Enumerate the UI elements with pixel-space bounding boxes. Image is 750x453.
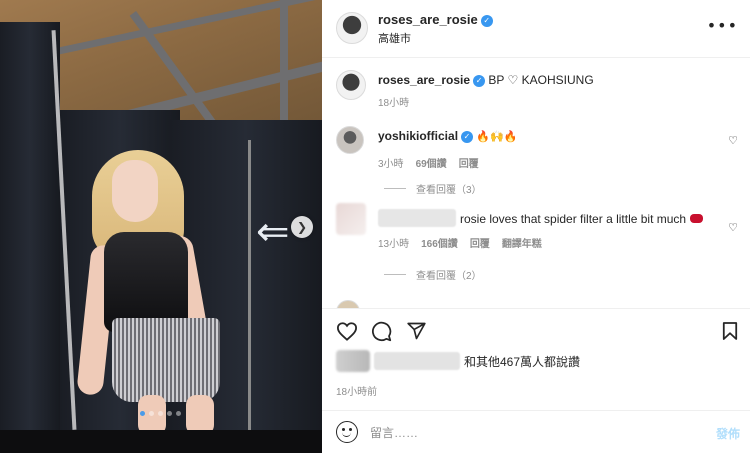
author-username-text[interactable]: roses_are_rosie	[378, 12, 478, 27]
heart-icon[interactable]: ♡	[728, 221, 738, 234]
likes-summary[interactable]: 和其他467萬人都說讚	[336, 350, 580, 372]
comment-composer: 發佈	[322, 410, 750, 453]
post-comment-button[interactable]: 發佈	[716, 425, 740, 442]
avatar[interactable]	[336, 70, 366, 100]
post-time[interactable]: 18小時前	[336, 383, 377, 398]
comment-author-blurred[interactable]	[378, 209, 456, 227]
avatar[interactable]	[336, 12, 368, 44]
comment-text: 🔥🙌🔥	[476, 130, 518, 143]
heart-icon[interactable]: ♡	[728, 134, 738, 147]
comment-input[interactable]	[370, 423, 690, 443]
verified-badge-icon: ✓	[480, 15, 493, 27]
comment-text: rosie loves that spider filter a little …	[460, 212, 687, 226]
emoji-icon[interactable]	[336, 421, 358, 443]
post-location[interactable]: 高雄市	[378, 30, 411, 46]
post-panel: roses_are_rosie ✓ 高雄市 ••• roses_are_rosie…	[322, 0, 750, 453]
likes-summary-text: 和其他467萬人都說讚	[464, 354, 581, 369]
carousel-dot	[167, 411, 172, 416]
comment-icon[interactable]	[371, 321, 392, 342]
photo-beam	[280, 0, 288, 120]
carousel-dot	[140, 411, 145, 416]
comment-likes[interactable]: 166個讚	[421, 235, 458, 250]
more-icon[interactable]: •••	[707, 16, 738, 35]
arrow-sign: ⇐	[256, 209, 290, 255]
post-media[interactable]: ⇐ ❯	[0, 0, 322, 453]
avatar[interactable]	[336, 300, 360, 308]
translate-button[interactable]: 翻譯年糕	[502, 235, 542, 250]
caption-author[interactable]: roses_are_rosie	[378, 73, 470, 87]
emoji-mouth	[342, 432, 351, 437]
photo-face	[112, 160, 158, 222]
view-replies-button[interactable]: 查看回覆（3）	[384, 181, 482, 196]
carousel-dot	[176, 411, 181, 416]
photo-skirt	[112, 318, 220, 402]
avatar[interactable]	[336, 203, 366, 235]
chevron-right-icon[interactable]: ❯	[291, 216, 313, 238]
action-bar	[322, 308, 750, 352]
carousel-dot	[149, 411, 154, 416]
carousel-dot	[158, 411, 163, 416]
view-replies-button[interactable]: 查看回覆（2）	[384, 267, 482, 282]
reply-button[interactable]: 回覆	[459, 155, 479, 170]
replies-divider	[384, 274, 406, 275]
caption-time[interactable]: 18小時	[378, 94, 409, 109]
photo-curtain	[0, 22, 60, 430]
reply-button[interactable]: 回覆	[470, 235, 490, 250]
author-username[interactable]: roses_are_rosie ✓	[378, 12, 493, 27]
heart-emoji-icon	[690, 214, 704, 223]
post-header: roses_are_rosie ✓ 高雄市 •••	[322, 0, 750, 58]
photo-pipe	[248, 140, 251, 430]
heart-icon[interactable]	[336, 321, 358, 341]
verified-badge-icon: ✓	[473, 75, 486, 87]
view-replies-label: 查看回覆（3）	[416, 185, 482, 196]
comment-author[interactable]: yoshikiofficial	[378, 129, 458, 143]
photo-top	[104, 232, 188, 332]
replies-divider	[384, 188, 406, 189]
bookmark-icon[interactable]	[722, 321, 738, 341]
comment-likes[interactable]: 69個讚	[416, 155, 447, 170]
carousel-dots	[140, 411, 181, 416]
comment-item-partial	[336, 300, 736, 308]
share-icon[interactable]	[406, 321, 427, 341]
verified-badge-icon: ✓	[461, 131, 474, 143]
photo: ⇐	[0, 0, 322, 430]
comment-time[interactable]: 13小時	[378, 235, 409, 250]
view-replies-label: 查看回覆（2）	[416, 271, 482, 282]
caption-text: BP ♡ KAOHSIUNG	[488, 73, 594, 87]
comment-time[interactable]: 3小時	[378, 155, 404, 170]
liker-avatar-blurred[interactable]	[336, 350, 370, 372]
photo-leg	[186, 395, 214, 430]
liker-name-blurred[interactable]	[374, 352, 460, 370]
avatar[interactable]	[336, 126, 364, 154]
